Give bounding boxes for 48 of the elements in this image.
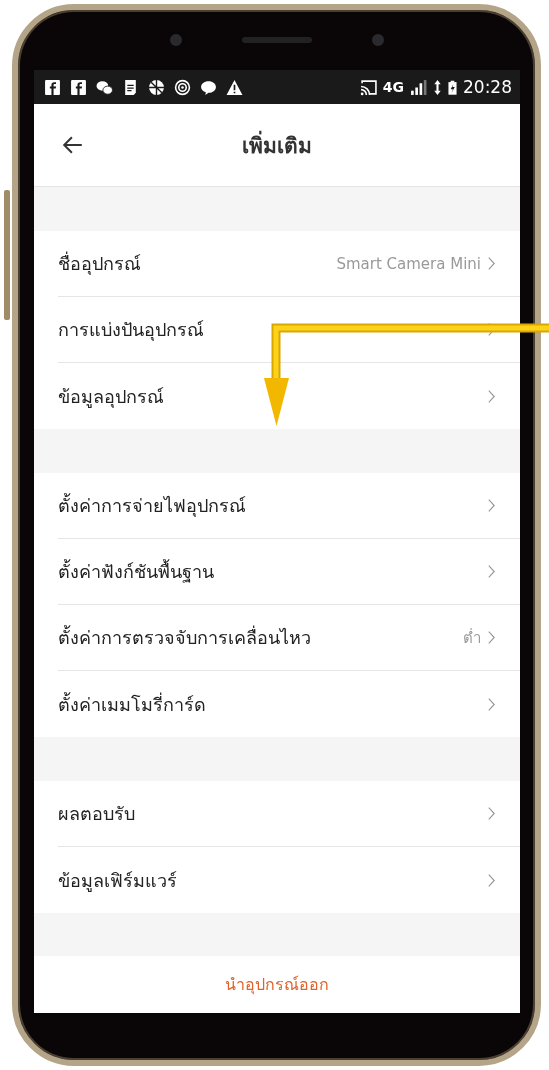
camera-icon — [170, 34, 182, 46]
chat-bubble-icon — [200, 78, 217, 96]
settings-row[interactable]: ชื่ออุปกรณ์ Smart Camera Mini — [58, 231, 520, 297]
chevron-icon — [487, 696, 496, 712]
sensor-icon — [372, 34, 384, 46]
battery-icon — [448, 78, 457, 96]
settings-row[interactable]: ตั้งค่าฟังก์ชันพื้นฐาน — [58, 539, 520, 605]
status-time: 20:28 — [463, 77, 512, 97]
facebook-icon — [44, 78, 61, 96]
row-label: ผลตอบรับ — [58, 802, 136, 826]
chevron-icon — [487, 498, 496, 513]
settings-row[interactable]: ตั้งค่าการจ่ายไฟอุปกรณ์ — [58, 473, 520, 539]
row-label: ตั้งค่าเมมโมรี่การ์ด — [58, 691, 207, 717]
warning-icon — [226, 78, 243, 96]
row-label: ตั้งค่าการตรวจจับการเคลื่อนไหว — [58, 624, 312, 650]
back-arrow-icon[interactable] — [62, 134, 84, 156]
cast-icon — [359, 78, 377, 96]
chevron-icon — [487, 872, 496, 888]
chevron-icon — [487, 806, 496, 821]
chevron-icon — [487, 256, 496, 271]
row-label: ชื่ออุปกรณ์ — [58, 250, 142, 277]
row-value: ต่ำ — [463, 627, 481, 649]
chat-icon — [96, 78, 113, 96]
row-value: Smart Camera Mini — [336, 254, 481, 273]
chevron-icon — [487, 630, 496, 645]
data-arrows-icon — [433, 78, 442, 96]
speaker-icon — [242, 37, 312, 43]
settings-row[interactable]: ข้อมูลเฟิร์มแวร์ — [58, 847, 520, 913]
signal-icon — [410, 78, 427, 96]
chevron-icon — [487, 388, 496, 404]
row-label: ข้อมูลอุปกรณ์ — [58, 384, 165, 410]
network-type: 4G — [382, 79, 404, 95]
settings-row[interactable]: ผลตอบรับ — [58, 781, 520, 847]
row-label: ข้อมูลเฟิร์มแวร์ — [58, 868, 178, 894]
row-label: การแบ่งปันอุปกรณ์ — [58, 318, 205, 343]
settings-row[interactable]: ข้อมูลอุปกรณ์ — [58, 363, 520, 429]
remove-device-button[interactable]: นำอุปกรณ์ออก — [217, 968, 337, 1001]
hotspot-icon — [174, 78, 191, 96]
row-label: ตั้งค่าการจ่ายไฟอุปกรณ์ — [58, 492, 247, 519]
settings-row[interactable]: ตั้งค่าการตรวจจับการเคลื่อนไหว ต่ำ — [58, 605, 520, 671]
settings-row[interactable]: ตั้งค่าเมมโมรี่การ์ด — [58, 671, 520, 737]
facebook-icon — [70, 78, 87, 96]
settings-row[interactable]: การแบ่งปันอุปกรณ์ — [58, 297, 520, 363]
page-title: เพิ่มเติม — [242, 128, 312, 162]
note-icon — [122, 78, 139, 96]
aperture-icon — [148, 78, 165, 96]
row-label: ตั้งค่าฟังก์ชันพื้นฐาน — [58, 558, 215, 585]
chevron-icon — [487, 564, 496, 579]
